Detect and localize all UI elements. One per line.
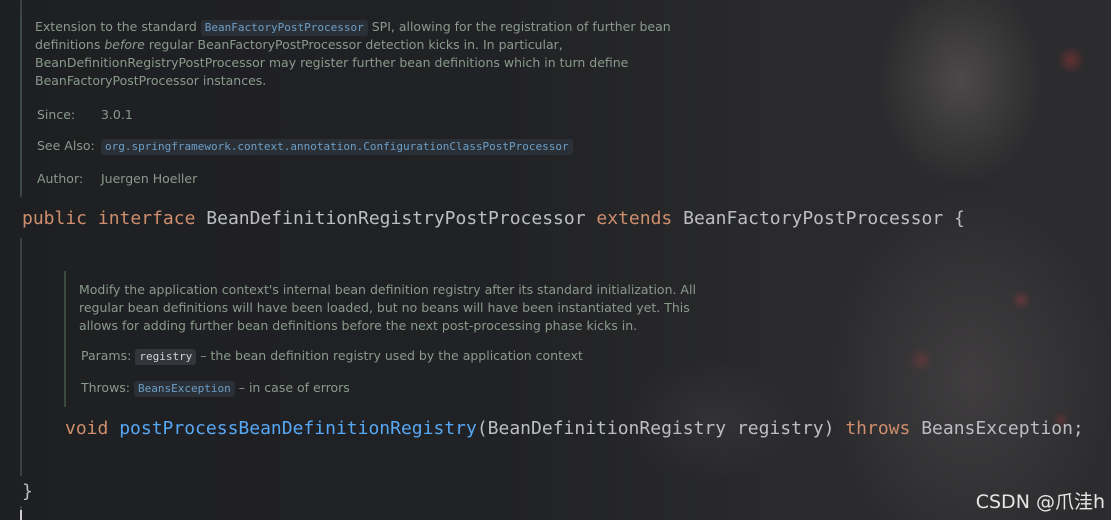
interface-name[interactable]: BeanDefinitionRegistryPostProcessor [206,208,585,229]
exception-type[interactable]: BeansException [921,418,1073,439]
see-also-row: See Also: org.springframework.context.an… [37,138,573,155]
throws-label: Throws: [81,380,131,395]
param-type[interactable]: BeanDefinitionRegistry [488,418,726,439]
class-doc-text: regular BeanFactoryPostProcessor detecti… [148,37,563,52]
semicolon: ; [1072,418,1084,439]
author-label: Author: [37,171,84,186]
closing-brace: } [22,481,33,502]
throws-keyword: throws [845,418,911,439]
paren-open: ( [476,418,488,439]
since-value: 3.0.1 [100,107,133,122]
param-name[interactable]: registry [737,418,824,439]
throws-row: Throws: BeansException – in case of erro… [81,380,350,397]
see-also-link[interactable]: org.springframework.context.annotation.C… [100,139,573,155]
method-doc-line-1: Modify the application context's interna… [79,282,696,297]
bean-factory-post-processor-link[interactable]: BeanFactoryPostProcessor [200,20,368,36]
author-value: Juergen Hoeller [100,171,198,186]
csdn-watermark: CSDN @爪洼h [975,491,1105,513]
since-label: Since: [37,107,76,122]
text-caret [20,510,22,520]
beans-exception-link[interactable]: BeansException [134,381,235,397]
class-doc-text: Extension to the standard [35,19,197,34]
class-doc-line-1: Extension to the standard BeanFactoryPos… [35,18,671,36]
author-row: Author: Juergen Hoeller [37,171,197,186]
class-doc-line-4: BeanFactoryPostProcessor instances. [35,73,267,88]
params-description: – the bean definition registry used by t… [200,348,583,363]
class-doc-text: SPI, allowing for the registration of fu… [371,19,671,34]
params-row: Params: registry – the bean definition r… [81,348,583,365]
method-declaration[interactable]: void postProcessBeanDefinitionRegistry(B… [65,417,1084,441]
see-also-label: See Also: [37,138,95,153]
class-doc-emphasis: before [104,37,145,52]
params-label: Params: [81,348,132,363]
open-brace: { [954,208,965,229]
extends-keyword: extends [596,208,673,229]
void-keyword: void [65,418,109,439]
interface-declaration[interactable]: public interface BeanDefinitionRegistryP… [22,207,965,231]
method-doc-line-2: regular bean definitions will have been … [79,300,690,315]
param-registry-chip[interactable]: registry [135,349,197,365]
class-doc-text: definitions [35,37,101,52]
gutter-guide [20,238,22,476]
class-doc-line-3: BeanDefinitionRegistryPostProcessor may … [35,55,629,70]
method-name[interactable]: postProcessBeanDefinitionRegistry [119,418,477,439]
throws-description: – in case of errors [238,380,350,395]
since-row: Since: 3.0.1 [37,107,133,122]
interface-keyword: interface [97,208,196,229]
code-editor[interactable]: Extension to the standard BeanFactoryPos… [0,0,1111,520]
class-doc-line-2: definitions before regular BeanFactoryPo… [35,36,671,54]
class-javadoc: Extension to the standard BeanFactoryPos… [20,10,702,195]
public-keyword: public [22,208,88,229]
parent-interface-name[interactable]: BeanFactoryPostProcessor [683,208,943,229]
paren-close: ) [823,418,835,439]
method-doc-line-3: allows for adding further bean definitio… [79,318,638,333]
